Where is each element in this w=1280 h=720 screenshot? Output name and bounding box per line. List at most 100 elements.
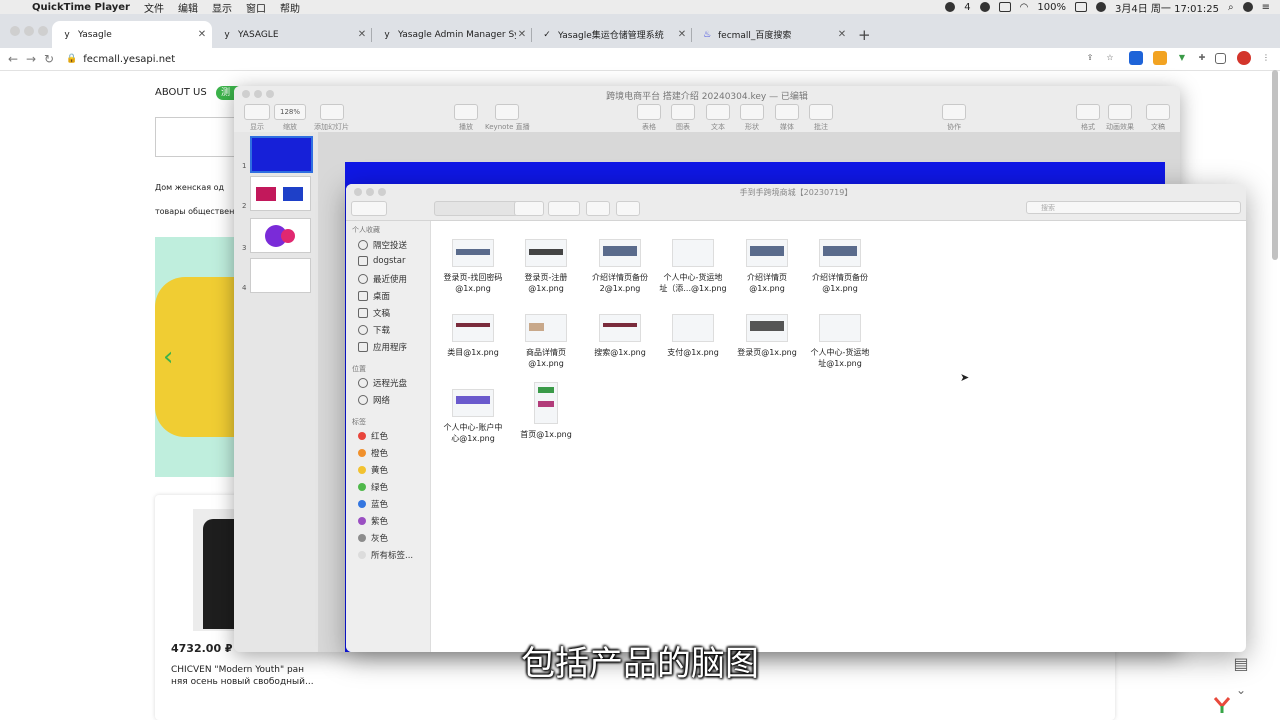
group-button[interactable] — [514, 201, 544, 216]
s-icon[interactable] — [1096, 2, 1106, 12]
record-icon[interactable] — [945, 2, 956, 12]
category-nav[interactable]: Дом женская од — [155, 183, 224, 192]
cloud-badge[interactable]: 4 — [964, 2, 970, 13]
back-forward-buttons[interactable] — [351, 201, 387, 216]
chart-button[interactable]: 图表 — [671, 104, 695, 132]
siri-icon[interactable] — [1242, 2, 1253, 12]
chevron-down-icon[interactable]: ⌄ — [1230, 683, 1252, 697]
control-center-icon[interactable]: ≡ — [1262, 2, 1270, 13]
about-us-link[interactable]: ABOUT US — [155, 87, 207, 98]
file-item[interactable]: 商品详情页 @1x.png — [509, 314, 583, 369]
bell-icon[interactable] — [979, 2, 990, 12]
url-field[interactable]: 🔒 fecmall.yesapi.net — [66, 54, 175, 65]
file-item[interactable]: 介绍详情页备份 @1x.png — [803, 239, 877, 294]
text-button[interactable]: 文本 — [706, 104, 730, 132]
menu-edit[interactable]: 编辑 — [178, 0, 198, 15]
file-item[interactable]: 搜索@1x.png — [583, 314, 657, 358]
view-button[interactable]: 显示 — [244, 104, 270, 132]
file-item[interactable]: 介绍详情页备份 2@1x.png — [583, 239, 657, 294]
menu-file[interactable]: 文件 — [144, 0, 164, 15]
close-icon[interactable]: ✕ — [676, 29, 688, 40]
sidebar-tag-purple[interactable]: 紫色 — [358, 515, 388, 527]
close-icon[interactable]: ✕ — [516, 29, 528, 40]
search-input[interactable]: 搜索 — [1026, 201, 1241, 214]
slide-thumb-2[interactable] — [250, 176, 311, 211]
menubar-app-name[interactable]: QuickTime Player — [32, 2, 130, 13]
gear-icon[interactable] — [548, 201, 580, 216]
bookmark-star-icon[interactable]: ☆ — [1103, 51, 1117, 65]
play-button[interactable]: 播放 — [454, 104, 478, 132]
reload-icon[interactable]: ↻ — [40, 52, 58, 66]
yii-logo-icon[interactable] — [1213, 696, 1231, 719]
back-icon[interactable]: ← — [4, 52, 22, 66]
view-mode-segment[interactable] — [434, 201, 518, 216]
file-item[interactable]: 个人中心-货运地 址@1x.png — [803, 314, 877, 369]
tab-warehouse[interactable]: ✓ Yasagle集运仓储管理系统 ✕ — [532, 21, 692, 48]
sidebar-tag-yellow[interactable]: 黄色 — [358, 464, 388, 476]
comment-button[interactable]: 批注 — [809, 104, 833, 132]
zoom-window-dot[interactable] — [38, 26, 48, 36]
extension-vue-icon[interactable]: ▼ — [1175, 51, 1189, 65]
file-item[interactable]: 首页@1x.png — [509, 382, 583, 440]
category-nav-2[interactable]: товары общественно — [155, 207, 244, 216]
sidebar-tag-gray[interactable]: 灰色 — [358, 532, 388, 544]
sidebar-tag-red[interactable]: 红色 — [358, 430, 388, 442]
sidebar-item-network[interactable]: 网络 — [358, 394, 390, 406]
sidebar-tag-blue[interactable]: 蓝色 — [358, 498, 388, 510]
sidebar-item-desktop[interactable]: 桌面 — [358, 290, 390, 302]
file-item[interactable]: 登录页-注册 @1x.png — [509, 239, 583, 294]
tab-yasagle[interactable]: y Yasagle ✕ — [52, 21, 212, 48]
wifi-icon[interactable]: ◠ — [1020, 2, 1029, 13]
keynote-live-button[interactable]: Keynote 直播 — [485, 104, 530, 132]
share-icon[interactable] — [586, 201, 610, 216]
slide-thumb-1[interactable] — [250, 136, 313, 173]
table-button[interactable]: 表格 — [637, 104, 661, 132]
zoom-button[interactable]: 128% 缩放 — [274, 104, 306, 132]
sidebar-tag-orange[interactable]: 橙色 — [358, 447, 388, 459]
sidebar-tag-green[interactable]: 绿色 — [358, 481, 388, 493]
sidebar-item-applications[interactable]: 应用程序 — [358, 341, 407, 353]
extension-orange-icon[interactable] — [1153, 51, 1167, 65]
profile-avatar[interactable] — [1237, 51, 1251, 65]
page-scrollbar[interactable] — [1272, 70, 1278, 260]
add-slide-button[interactable]: 添加幻灯片 — [314, 104, 349, 132]
menu-window[interactable]: 窗口 — [246, 0, 266, 15]
file-item[interactable]: 登录页@1x.png — [730, 314, 804, 358]
file-item[interactable]: 个人中心-账户中 心@1x.png — [436, 389, 510, 444]
file-item[interactable]: 支付@1x.png — [656, 314, 730, 358]
collaborate-button[interactable]: 协作 — [942, 104, 966, 132]
extension-new-icon[interactable] — [1129, 51, 1143, 65]
search-icon[interactable]: ⌕ — [1228, 2, 1234, 13]
slide-thumb-4[interactable] — [250, 258, 311, 293]
sidebar-item-remote-disc[interactable]: 远程光盘 — [358, 377, 407, 389]
menu-help[interactable]: 帮助 — [280, 0, 300, 15]
hero-banner[interactable]: ‹ — [155, 237, 235, 477]
battery-icon[interactable] — [1075, 2, 1087, 12]
file-item[interactable]: 个人中心-货运地 址（添...@1x.png — [656, 239, 730, 294]
sidebar-item-home[interactable]: dogstar — [358, 256, 405, 266]
slide-thumb-3[interactable] — [250, 218, 311, 253]
sidebar-item-documents[interactable]: 文稿 — [358, 307, 390, 319]
sidepanel-icon[interactable] — [1215, 53, 1226, 64]
product-image[interactable] — [193, 509, 238, 631]
document-button[interactable]: 文稿 — [1146, 104, 1170, 132]
minimize-window-dot[interactable] — [24, 26, 34, 36]
tab-baidu[interactable]: ♨ fecmall_百度搜索 ✕ — [692, 21, 852, 48]
file-item[interactable]: 介绍详情页 @1x.png — [730, 239, 804, 294]
close-icon[interactable]: ✕ — [836, 29, 848, 40]
sidebar-item-recents[interactable]: 最近使用 — [358, 273, 407, 285]
shape-button[interactable]: 形状 — [740, 104, 764, 132]
close-icon[interactable]: ✕ — [356, 29, 368, 40]
menu-view[interactable]: 显示 — [212, 0, 232, 15]
clock[interactable]: 3月4日 周一 17:01:25 — [1115, 0, 1219, 15]
media-button[interactable]: 媒体 — [775, 104, 799, 132]
file-item[interactable]: 登录页-找回密码 @1x.png — [436, 239, 510, 294]
tab-admin-manager[interactable]: y Yasagle Admin Manager Syste ✕ — [372, 21, 532, 48]
chat-icon[interactable] — [998, 2, 1011, 12]
format-button[interactable]: 格式 — [1076, 104, 1100, 132]
sidebar-all-tags[interactable]: 所有标签... — [358, 549, 413, 561]
sidebar-item-downloads[interactable]: 下载 — [358, 324, 390, 336]
menu-kebab-icon[interactable]: ⋮ — [1259, 51, 1273, 65]
file-item[interactable]: 类目@1x.png — [436, 314, 510, 358]
sidebar-item-airdrop[interactable]: 隔空投送 — [358, 239, 407, 251]
